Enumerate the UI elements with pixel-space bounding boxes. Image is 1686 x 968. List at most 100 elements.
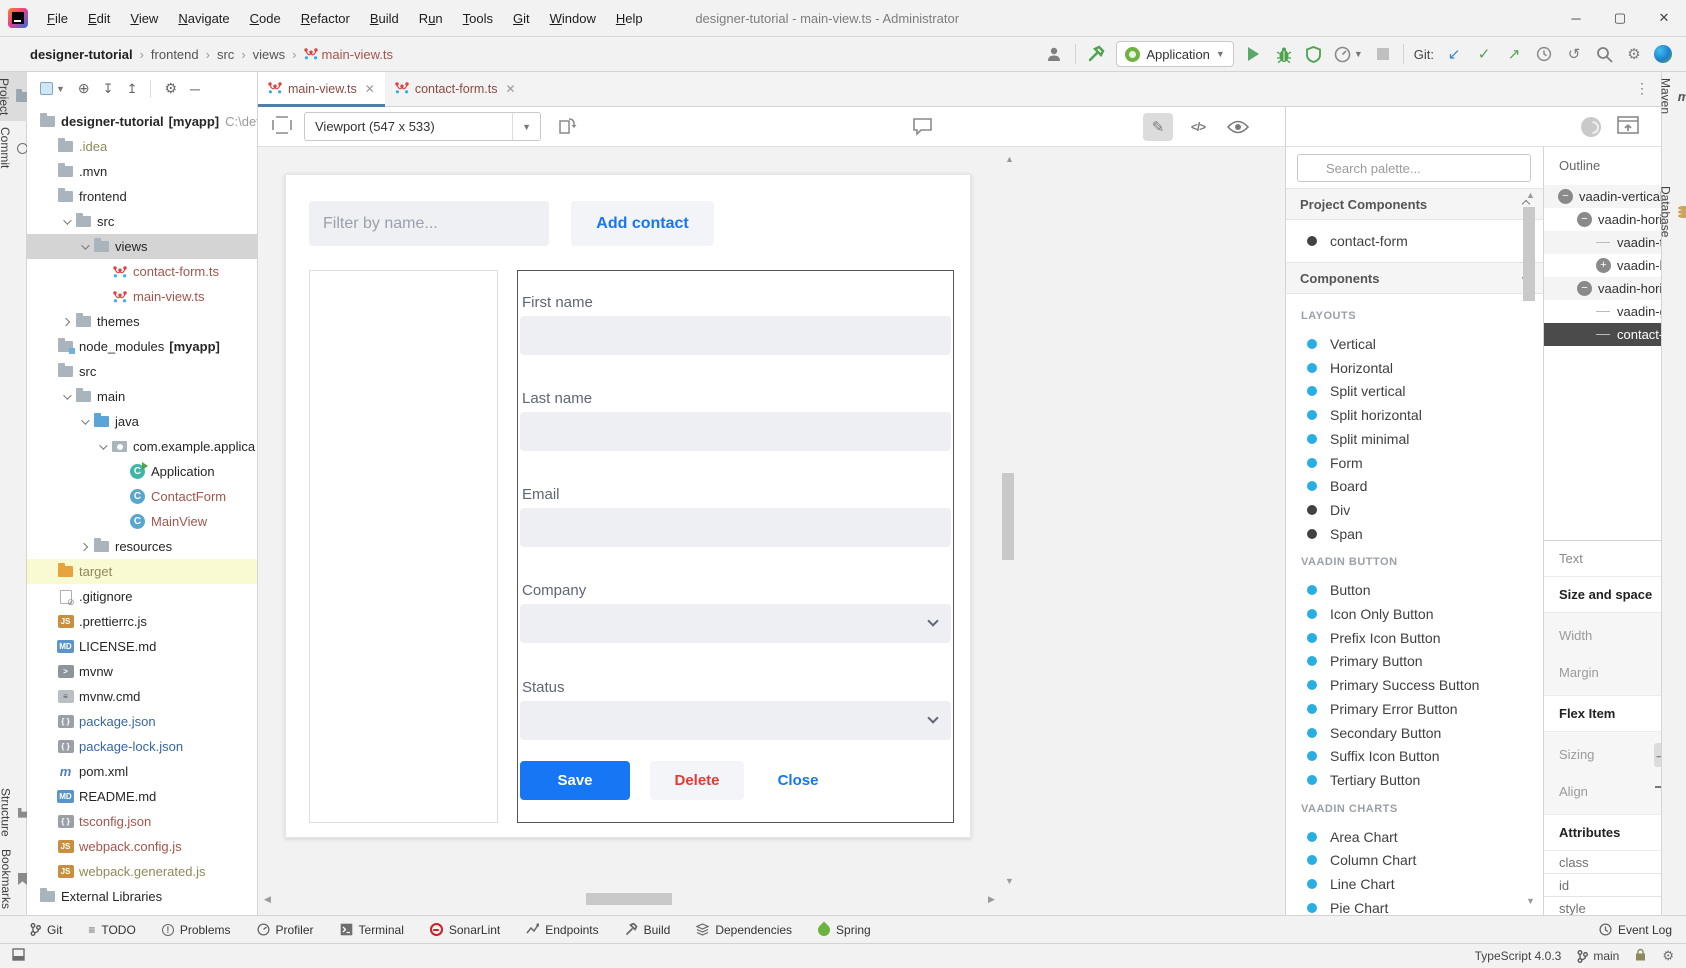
tree-item-mvnw.cmd[interactable]: ≡mvnw.cmd: [27, 684, 257, 709]
expand-node-icon[interactable]: +: [1596, 258, 1611, 273]
save-button[interactable]: Save: [520, 761, 630, 800]
scroll-up-icon[interactable]: ▲: [1526, 191, 1535, 200]
palette-item-contact-form[interactable]: contact-form: [1286, 229, 1543, 253]
palette-item-primary-error-button[interactable]: Primary Error Button: [1286, 697, 1543, 721]
run-button[interactable]: [1244, 43, 1264, 65]
palette-item-secondary-button[interactable]: Secondary Button: [1286, 721, 1543, 745]
menu-file[interactable]: File: [38, 7, 77, 30]
scroll-right-icon[interactable]: ▶: [988, 895, 995, 904]
close-tab-icon[interactable]: ✕: [365, 82, 375, 96]
breadcrumb-item[interactable]: frontend: [151, 47, 199, 62]
tree-item-package-lock.json[interactable]: { }package-lock.json: [27, 734, 257, 759]
tree-item-license.md[interactable]: MDLICENSE.md: [27, 634, 257, 659]
chevron-down-icon[interactable]: [60, 394, 72, 400]
locate-file-icon[interactable]: ⊕: [78, 80, 90, 97]
tree-item-src[interactable]: src: [27, 209, 257, 234]
menu-window[interactable]: Window: [541, 7, 605, 30]
tool-window-button-problems[interactable]: !Problems: [162, 923, 231, 937]
palette-item-area-chart[interactable]: Area Chart: [1286, 825, 1543, 849]
tree-item-.idea[interactable]: .idea: [27, 134, 257, 159]
close-tab-icon[interactable]: ✕: [506, 82, 516, 96]
tool-window-button-profiler[interactable]: Profiler: [257, 923, 314, 937]
chevron-down-icon[interactable]: [78, 419, 90, 425]
palette-item-button[interactable]: Button: [1286, 578, 1543, 602]
collapse-node-icon[interactable]: −: [1577, 281, 1592, 296]
chevron-right-icon[interactable]: [60, 319, 72, 325]
filter-text-field[interactable]: [309, 201, 549, 246]
user-account-icon[interactable]: [1045, 43, 1065, 65]
tool-stripe-maven[interactable]: m Maven: [1659, 72, 1686, 120]
menu-edit[interactable]: Edit: [79, 7, 119, 30]
tool-window-button-spring[interactable]: Spring: [818, 923, 871, 937]
typescript-version[interactable]: TypeScript 4.0.3: [1475, 949, 1562, 963]
palette-item-pie-chart[interactable]: Pie Chart: [1286, 896, 1543, 915]
tool-stripe-structure[interactable]: Structure: [0, 782, 28, 843]
git-history-icon[interactable]: [1534, 43, 1554, 65]
tool-window-button-todo[interactable]: ≡TODO: [88, 923, 135, 937]
settings-gear-icon[interactable]: ⚙: [1624, 43, 1644, 65]
menu-view[interactable]: View: [121, 7, 167, 30]
tree-item-java[interactable]: java: [27, 409, 257, 434]
palette-item-column-chart[interactable]: Column Chart: [1286, 848, 1543, 872]
tab-main-view[interactable]: main-view.ts ✕: [258, 72, 385, 106]
profiler-button[interactable]: ▼: [1334, 43, 1363, 65]
run-with-coverage-button[interactable]: [1304, 43, 1324, 65]
tool-window-button-build[interactable]: Build: [625, 923, 671, 937]
palette-item-line-chart[interactable]: Line Chart: [1286, 872, 1543, 896]
scroll-down-icon[interactable]: ▼: [1526, 897, 1535, 906]
chevron-right-icon[interactable]: [78, 544, 90, 550]
tree-item-views[interactable]: views: [27, 234, 257, 259]
tab-contact-form[interactable]: contact-form.ts ✕: [385, 72, 526, 106]
close-button[interactable]: Close: [764, 761, 832, 800]
menu-build[interactable]: Build: [361, 7, 408, 30]
main-view-root[interactable]: Add contact First nameLast nameEmailComp…: [285, 174, 971, 838]
chevron-down-icon[interactable]: [60, 219, 72, 225]
scroll-up-icon[interactable]: ▲: [1005, 155, 1014, 164]
tree-item-src[interactable]: src: [27, 359, 257, 384]
horizontal-scrollbar[interactable]: [586, 893, 672, 905]
tree-item-external-libraries[interactable]: External Libraries: [27, 884, 257, 909]
edit-mode-pencil-icon[interactable]: ✎: [1143, 113, 1173, 141]
tool-window-button-endpoints[interactable]: Endpoints: [526, 923, 598, 937]
plugin-ball-icon[interactable]: [1654, 45, 1672, 63]
tree-item-target[interactable]: target: [27, 559, 257, 584]
menu-refactor[interactable]: Refactor: [292, 7, 359, 30]
git-push-icon[interactable]: ↗: [1504, 43, 1524, 65]
text-input[interactable]: [520, 316, 951, 355]
viewport-size-select[interactable]: Viewport (547 x 533) ▼: [304, 112, 541, 141]
tree-item-contactform[interactable]: CContactForm: [27, 484, 257, 509]
tree-item-mvnw[interactable]: >mvnw: [27, 659, 257, 684]
debug-button[interactable]: [1274, 43, 1294, 65]
menu-tools[interactable]: Tools: [454, 7, 502, 30]
comment-bubble-icon[interactable]: [912, 117, 933, 139]
palette-item-form[interactable]: Form: [1286, 451, 1543, 475]
run-configuration-select[interactable]: Application ▼: [1116, 41, 1234, 67]
add-contact-button[interactable]: Add contact: [571, 201, 714, 246]
breadcrumb-item[interactable]: views: [253, 47, 286, 62]
palette-item-split-horizontal[interactable]: Split horizontal: [1286, 403, 1543, 427]
tree-item-frontend[interactable]: frontend: [27, 184, 257, 209]
palette-search-input[interactable]: [1297, 154, 1531, 182]
palette-item-icon-only-button[interactable]: Icon Only Button: [1286, 602, 1543, 626]
tree-item-application[interactable]: CApplication: [27, 459, 257, 484]
tool-window-toggle-icon[interactable]: [12, 948, 25, 964]
contacts-grid[interactable]: [309, 270, 498, 823]
tool-stripe-bookmarks[interactable]: Bookmarks: [0, 843, 27, 915]
select-input[interactable]: [520, 604, 951, 643]
lock-icon[interactable]: [1635, 948, 1646, 964]
form-field-status[interactable]: Status: [520, 679, 951, 740]
palette-item-horizontal[interactable]: Horizontal: [1286, 356, 1543, 380]
git-rollback-icon[interactable]: ↺: [1564, 43, 1584, 65]
tool-window-button-git[interactable]: Git: [30, 923, 62, 937]
chevron-down-icon[interactable]: [78, 244, 90, 250]
tab-options-icon[interactable]: ⋮: [1635, 72, 1661, 106]
expand-all-icon[interactable]: ↧: [103, 81, 114, 97]
text-input[interactable]: [520, 412, 951, 451]
tree-item-.gitignore[interactable]: .gitignore: [27, 584, 257, 609]
vertical-scrollbar[interactable]: [1002, 473, 1014, 560]
delete-button[interactable]: Delete: [650, 761, 744, 800]
tree-item-webpack.config.js[interactable]: JSwebpack.config.js: [27, 834, 257, 859]
breadcrumb-item[interactable]: designer-tutorial: [30, 47, 133, 62]
select-input[interactable]: [520, 701, 951, 740]
palette-item-primary-success-button[interactable]: Primary Success Button: [1286, 673, 1543, 697]
